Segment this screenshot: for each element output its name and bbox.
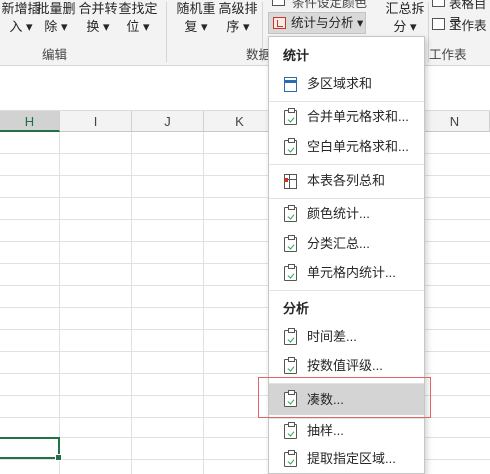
menu-item-extract-range[interactable]: 提取指定区域... bbox=[269, 445, 424, 473]
color-condition-icon bbox=[272, 0, 285, 6]
clipboard-check-icon bbox=[284, 264, 297, 281]
clipboard-check-icon bbox=[284, 450, 297, 467]
merge-convert-button[interactable]: 合并转 换 ▾ bbox=[78, 0, 118, 36]
menu-divider bbox=[269, 198, 424, 199]
grid-line bbox=[131, 132, 132, 474]
menu-item-color-stats[interactable]: 颜色统计... bbox=[269, 200, 424, 228]
column-header-n[interactable]: N bbox=[420, 111, 490, 132]
menu-item-column-totals[interactable]: 本表各列总和 bbox=[269, 167, 424, 195]
condition-color-button[interactable]: 条件设定颜色 bbox=[292, 0, 367, 11]
worksheet-button[interactable]: 工作表 bbox=[449, 15, 487, 34]
menu-item-merged-cell-sum[interactable]: 合并单元格求和... bbox=[269, 103, 424, 131]
menu-item-subtotal[interactable]: 分类汇总... bbox=[269, 230, 424, 258]
menu-item-blank-cell-sum[interactable]: 空白单元格求和... bbox=[269, 133, 424, 161]
random-repeat-button[interactable]: 随机重 复 ▾ bbox=[176, 0, 216, 36]
sum-icon bbox=[284, 77, 297, 92]
batch-delete-button[interactable]: 批量删 除 ▾ bbox=[36, 0, 76, 36]
clipboard-check-icon bbox=[284, 138, 297, 155]
menu-divider bbox=[269, 164, 424, 165]
menu-item-in-cell-stats[interactable]: 单元格内统计... bbox=[269, 259, 424, 287]
menu-item-multi-area-sum[interactable]: 多区域求和 bbox=[269, 70, 424, 98]
stats-icon bbox=[273, 17, 286, 29]
menu-divider bbox=[269, 290, 424, 291]
section-header-stats: 统计 bbox=[283, 48, 310, 63]
worksheet-icon bbox=[432, 18, 445, 30]
clipboard-check-icon bbox=[284, 357, 297, 374]
section-header-analysis: 分析 bbox=[283, 301, 310, 316]
clipboard-check-icon bbox=[284, 205, 297, 222]
ribbon-separator bbox=[166, 2, 167, 62]
clipboard-check-icon bbox=[284, 328, 297, 345]
menu-item-time-diff[interactable]: 时间差... bbox=[269, 323, 424, 351]
highlight-annotation-box bbox=[258, 377, 431, 418]
grid-line bbox=[59, 132, 60, 474]
grid-line bbox=[203, 132, 204, 474]
summary-split-button[interactable]: 汇总拆 分 ▾ bbox=[384, 0, 426, 36]
find-locate-button[interactable]: 查找定 位 ▾ bbox=[118, 0, 158, 36]
menu-item-rate-by-value[interactable]: 按数值评级... bbox=[269, 352, 424, 380]
table-catalog-icon bbox=[432, 0, 445, 7]
column-header-h[interactable]: H bbox=[0, 111, 60, 132]
group-label-sheet: 工作表 bbox=[429, 48, 467, 62]
column-header-k[interactable]: K bbox=[204, 111, 276, 132]
stats-analysis-button[interactable]: 统计与分析 ▾ bbox=[268, 12, 366, 34]
advanced-sort-button[interactable]: 高级排 序 ▾ bbox=[218, 0, 258, 36]
clipboard-check-icon bbox=[284, 108, 297, 125]
clipboard-check-icon bbox=[284, 422, 297, 439]
table-sum-icon bbox=[284, 174, 297, 189]
selected-cell[interactable] bbox=[0, 437, 62, 461]
column-header-i[interactable]: I bbox=[60, 111, 132, 132]
menu-divider bbox=[269, 101, 424, 102]
column-header-j[interactable]: J bbox=[132, 111, 204, 132]
group-label-edit: 编辑 bbox=[42, 48, 68, 62]
menu-item-sampling[interactable]: 抽样... bbox=[269, 417, 424, 445]
clipboard-check-icon bbox=[284, 235, 297, 252]
